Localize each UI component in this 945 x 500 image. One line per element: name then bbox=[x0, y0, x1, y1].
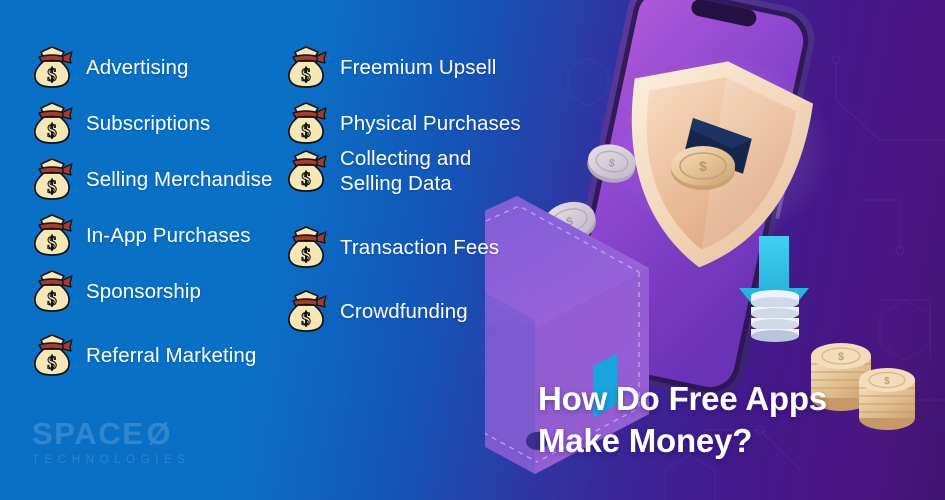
infographic-canvas: $ $ $ $ $ $ Advertising $ Subscriptions … bbox=[0, 0, 945, 500]
list-item-label: In-App Purchases bbox=[86, 223, 251, 247]
svg-text:$: $ bbox=[301, 309, 311, 330]
logo-name: SPACE bbox=[32, 416, 145, 451]
list-item: $ Selling Merchandise bbox=[30, 156, 273, 202]
list-item-label: Subscriptions bbox=[86, 111, 211, 135]
list-item: $ Sponsorship bbox=[30, 268, 201, 314]
money-bag-icon: $ bbox=[34, 158, 73, 200]
list-item-label: Crowdfunding bbox=[340, 299, 468, 323]
svg-text:$: $ bbox=[301, 245, 311, 266]
list-item-label-line2: Selling Data bbox=[340, 172, 452, 195]
list-item-label: Sponsorship bbox=[86, 279, 202, 303]
list-item-label: Referral Marketing bbox=[86, 343, 257, 367]
list-item-label: Selling Merchandise bbox=[86, 167, 273, 191]
svg-text:$: $ bbox=[301, 169, 311, 190]
list-item-label: Collecting and Selling Data bbox=[340, 146, 471, 196]
list-item-label: Physical Purchases bbox=[340, 111, 521, 135]
logo-wordmark: SPACE Ø bbox=[32, 418, 191, 449]
list-item: $ Collecting and Selling Data bbox=[284, 146, 471, 196]
svg-text:$: $ bbox=[47, 289, 57, 310]
card-icon bbox=[684, 118, 752, 174]
money-bag-icon: $ bbox=[34, 102, 73, 144]
page-title-line2: Make Money? bbox=[538, 421, 753, 459]
list-item: $ Physical Purchases bbox=[284, 100, 521, 146]
svg-text:$: $ bbox=[607, 157, 615, 170]
list-item-label-line1: Collecting and bbox=[340, 147, 472, 170]
list-item: $ Crowdfunding bbox=[284, 288, 468, 334]
svg-text:$: $ bbox=[47, 65, 57, 86]
list-item: $ In-App Purchases bbox=[30, 212, 251, 258]
page-title-line1: How Do Free Apps bbox=[538, 380, 827, 417]
svg-text:$: $ bbox=[301, 121, 311, 142]
money-bag-icon: $ bbox=[288, 290, 327, 332]
money-bag-icon: $ bbox=[34, 46, 73, 88]
money-bag-icon: $ bbox=[288, 102, 327, 144]
money-bag-icon: $ bbox=[288, 46, 327, 88]
svg-text:$: $ bbox=[699, 158, 707, 174]
money-bag-icon: $ bbox=[288, 226, 327, 268]
list-item: $ Subscriptions bbox=[30, 100, 210, 146]
svg-text:$: $ bbox=[47, 353, 57, 374]
smartphone-illustration bbox=[558, 0, 815, 399]
list-item: $ Freemium Upsell bbox=[284, 44, 496, 90]
database-icon bbox=[751, 290, 799, 342]
shield-icon bbox=[631, 61, 814, 268]
logo-tagline: TECHNOLOGIES bbox=[32, 454, 191, 466]
svg-text:$: $ bbox=[47, 177, 57, 198]
svg-text:$: $ bbox=[838, 351, 844, 363]
money-bag-icon: $ bbox=[34, 334, 73, 376]
money-bag-icon: $ bbox=[288, 150, 327, 192]
svg-text:$: $ bbox=[565, 214, 575, 229]
list-item: $ Transaction Fees bbox=[284, 224, 499, 270]
monetization-methods-list: $ Advertising $ Subscriptions $ Selling … bbox=[0, 0, 560, 400]
down-arrow-icon bbox=[739, 236, 809, 332]
list-item-label: Advertising bbox=[86, 55, 189, 79]
coin-icon: $ bbox=[587, 144, 636, 183]
money-bag-icon: $ bbox=[34, 214, 73, 256]
logo-oslash-icon: Ø bbox=[146, 416, 173, 451]
money-bag-icon: $ bbox=[34, 270, 73, 312]
svg-text:$: $ bbox=[301, 65, 311, 86]
coin-icon: $ bbox=[671, 146, 735, 190]
svg-text:$: $ bbox=[47, 121, 57, 142]
list-item: $ Advertising bbox=[30, 44, 189, 90]
spaceo-logo: SPACE Ø TECHNOLOGIES bbox=[32, 418, 191, 467]
list-item: $ Referral Marketing bbox=[30, 332, 256, 378]
list-item-label: Freemium Upsell bbox=[340, 55, 497, 79]
page-title: How Do Free Apps Make Money? bbox=[538, 378, 938, 462]
svg-text:$: $ bbox=[47, 233, 57, 254]
list-item-label: Transaction Fees bbox=[340, 235, 500, 259]
